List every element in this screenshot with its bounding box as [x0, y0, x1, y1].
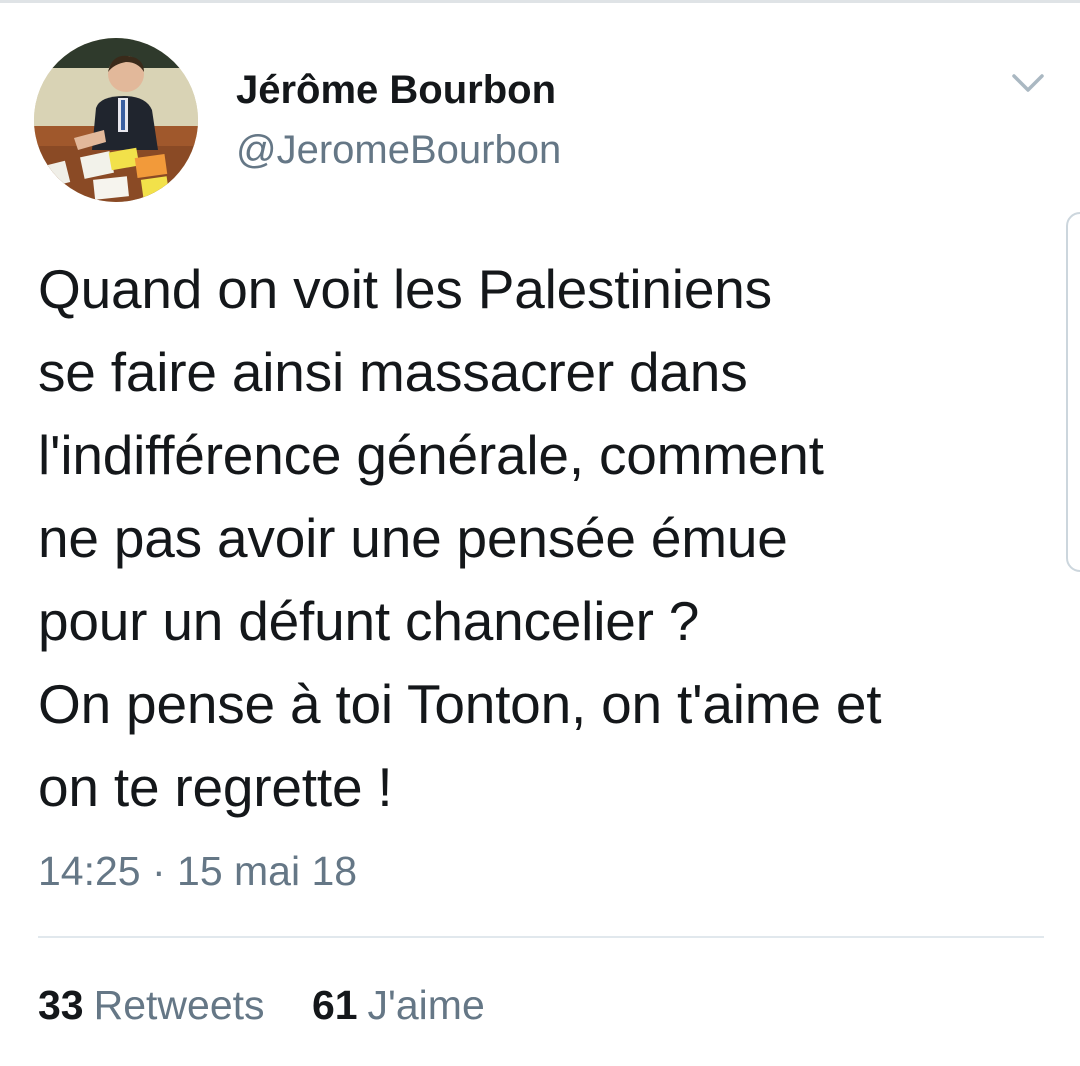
scrollbar-thumb[interactable]: [1066, 212, 1080, 572]
likes-stat[interactable]: 61 J'aime: [312, 982, 485, 1029]
display-name[interactable]: Jérôme Bourbon: [236, 68, 556, 113]
retweets-stat[interactable]: 33 Retweets: [38, 982, 265, 1029]
tweet-text: Quand on voit les Palestiniens se faire …: [38, 258, 882, 818]
tweet-card: Jérôme Bourbon @JeromeBourbon Quand on v…: [0, 0, 1080, 1066]
retweets-count: 33: [38, 982, 84, 1028]
likes-count: 61: [311, 982, 358, 1028]
avatar[interactable]: [34, 38, 198, 202]
chevron-down-icon[interactable]: [1008, 64, 1048, 104]
avatar-photo-icon: [34, 38, 198, 202]
user-handle[interactable]: @JeromeBourbon: [236, 128, 561, 173]
divider: [38, 936, 1044, 938]
tweet-stats: 33 Retweets 61 J'aime: [38, 982, 485, 1029]
likes-label: J'aime: [367, 982, 485, 1028]
retweets-label: Retweets: [93, 982, 265, 1028]
tweet-timestamp[interactable]: 14:25 · 15 mai 18: [38, 848, 357, 895]
